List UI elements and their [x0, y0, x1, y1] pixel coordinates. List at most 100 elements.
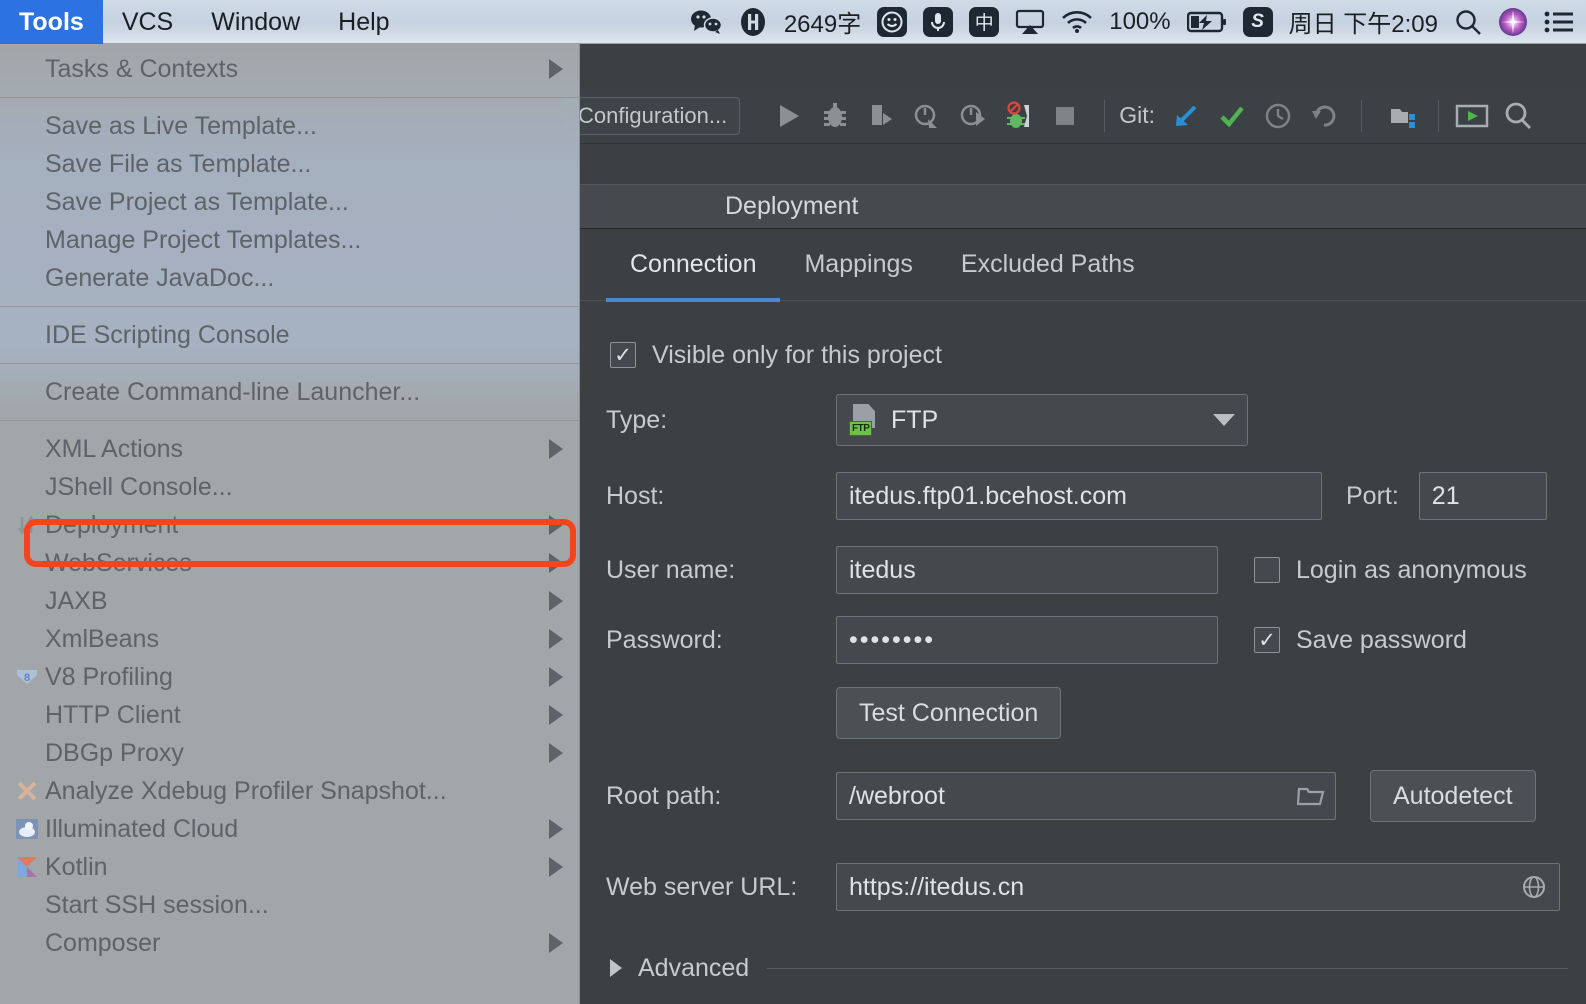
microphone-icon[interactable]	[923, 7, 953, 37]
deployment-arrows-icon	[15, 513, 39, 537]
root-path-label: Root path:	[606, 782, 836, 811]
menu-item-save-as-live-template[interactable]: Save as Live Template...	[0, 107, 579, 145]
run-configuration-selector[interactable]: Configuration...	[565, 97, 740, 135]
chevron-right-icon	[610, 959, 622, 977]
menu-item-kotlin[interactable]: Kotlin	[0, 848, 579, 886]
menu-item-illuminated-cloud[interactable]: Illuminated Cloud	[0, 810, 579, 848]
menu-item-ide-scripting-console[interactable]: IDE Scripting Console	[0, 316, 579, 354]
menu-item-label: Create Command-line Launcher...	[45, 378, 420, 407]
menu-item-save-project-as-template[interactable]: Save Project as Template...	[0, 183, 579, 221]
terminal-run-icon[interactable]	[1449, 96, 1495, 136]
tab-excluded-paths[interactable]: Excluded Paths	[937, 229, 1159, 301]
debug-icon[interactable]	[812, 96, 858, 136]
spotlight-search-icon[interactable]	[1454, 8, 1482, 36]
menu-item-jshell-console[interactable]: JShell Console...	[0, 468, 579, 506]
run-icon[interactable]	[766, 96, 812, 136]
menu-item-label: Save File as Template...	[45, 150, 311, 179]
menu-item-label: Composer	[45, 929, 160, 958]
menubar-item-tools[interactable]: Tools	[0, 0, 103, 44]
host-input[interactable]: itedus.ftp01.bcehost.com	[836, 472, 1322, 520]
advanced-divider	[767, 968, 1568, 969]
emoji-input-icon[interactable]	[877, 7, 907, 37]
menu-item-generate-javadoc[interactable]: Generate JavaDoc...	[0, 259, 579, 297]
menu-item-webservices[interactable]: WebServices	[0, 544, 579, 582]
save-password-label: Save password	[1296, 626, 1467, 655]
folder-icon[interactable]	[1297, 783, 1325, 814]
menu-item-label: IDE Scripting Console	[45, 321, 290, 350]
menu-item-xmlbeans[interactable]: XmlBeans	[0, 620, 579, 658]
siri-icon[interactable]	[1498, 7, 1528, 37]
stop-icon[interactable]	[1042, 96, 1088, 136]
login-anonymous-checkbox[interactable]	[1254, 557, 1280, 583]
port-input[interactable]: 21	[1419, 472, 1547, 520]
web-server-url-input[interactable]: https://itedus.cn	[836, 863, 1560, 911]
type-value: FTP	[891, 406, 938, 435]
profile-icon[interactable]	[904, 96, 950, 136]
menu-separator	[0, 363, 579, 364]
visible-only-checkbox[interactable]: ✓	[610, 342, 636, 368]
h-circle-icon[interactable]	[738, 7, 768, 37]
menu-item-http-client[interactable]: HTTP Client	[0, 696, 579, 734]
type-row: Type: FTP FTP	[580, 383, 1586, 457]
ime-chinese-icon[interactable]: 中	[969, 7, 999, 37]
web-server-url-label: Web server URL:	[606, 873, 836, 902]
autodetect-button[interactable]: Autodetect	[1370, 770, 1536, 822]
type-select[interactable]: FTP FTP	[836, 394, 1248, 446]
test-connection-button[interactable]: Test Connection	[836, 687, 1061, 739]
menubar-item-window[interactable]: Window	[192, 0, 319, 44]
history-icon[interactable]	[1255, 96, 1301, 136]
menu-item-deployment[interactable]: Deployment	[0, 506, 579, 544]
menu-item-start-ssh-session[interactable]: Start SSH session...	[0, 886, 579, 924]
visible-only-row: ✓ Visible only for this project	[580, 327, 1586, 383]
menu-item-create-command-line-launcher[interactable]: Create Command-line Launcher...	[0, 373, 579, 411]
toolbar-divider-2	[1361, 100, 1362, 132]
svg-text:8: 8	[24, 672, 30, 684]
macos-menu-bar: Tools VCS Window Help	[0, 0, 1586, 44]
submenu-arrow-icon	[549, 591, 563, 611]
rollback-icon[interactable]	[1301, 96, 1347, 136]
ftp-badge-label: FTP	[849, 421, 872, 436]
menu-item-save-file-as-template[interactable]: Save File as Template...	[0, 145, 579, 183]
password-input[interactable]: ••••••••	[836, 616, 1218, 664]
menu-item-manage-project-templates[interactable]: Manage Project Templates...	[0, 221, 579, 259]
commit-icon[interactable]	[1209, 96, 1255, 136]
username-input[interactable]: itedus	[836, 546, 1218, 594]
search-everywhere-icon[interactable]	[1495, 96, 1541, 136]
menu-item-tasks-contexts[interactable]: Tasks & Contexts	[0, 50, 579, 88]
menu-item-label: HTTP Client	[45, 701, 181, 730]
advanced-row[interactable]: Advanced	[580, 933, 1586, 1003]
menubar-item-vcs[interactable]: VCS	[103, 0, 192, 44]
run-with-coverage-icon[interactable]	[858, 96, 904, 136]
menu-item-jaxb[interactable]: JAXB	[0, 582, 579, 620]
tab-connection[interactable]: Connection	[606, 229, 780, 301]
menu-item-label: DBGp Proxy	[45, 739, 184, 768]
wifi-icon[interactable]	[1061, 10, 1093, 34]
menu-item-dbgp-proxy[interactable]: DBGp Proxy	[0, 734, 579, 772]
root-path-input[interactable]: /webroot	[836, 772, 1336, 820]
username-label: User name:	[606, 556, 836, 585]
clock-label[interactable]: 周日 下午2:09	[1289, 4, 1438, 39]
menu-item-label: XML Actions	[45, 435, 183, 464]
menu-item-xml-actions[interactable]: XML Actions	[0, 430, 579, 468]
menu-item-composer[interactable]: Composer	[0, 924, 579, 962]
sogou-icon[interactable]: S	[1243, 7, 1273, 37]
airplay-icon[interactable]	[1015, 9, 1045, 35]
submenu-arrow-icon	[549, 743, 563, 763]
stop-debugger-icon[interactable]	[996, 96, 1042, 136]
save-password-checkbox[interactable]: ✓	[1254, 627, 1280, 653]
screen: Configuration...	[0, 0, 1586, 1004]
word-count-label: 2649字	[784, 4, 861, 39]
globe-icon[interactable]	[1521, 874, 1547, 907]
menubar-item-help[interactable]: Help	[319, 0, 408, 44]
wechat-icon[interactable]	[690, 9, 722, 35]
ftp-icon: FTP	[849, 404, 879, 436]
control-center-icon[interactable]	[1544, 10, 1574, 34]
tab-mappings[interactable]: Mappings	[780, 229, 936, 301]
menu-item-label: Analyze Xdebug Profiler Snapshot...	[45, 777, 447, 806]
battery-charging-icon[interactable]	[1187, 10, 1227, 34]
menu-item-v8-profiling[interactable]: 8 V8 Profiling	[0, 658, 579, 696]
project-structure-icon[interactable]	[1382, 96, 1428, 136]
update-project-icon[interactable]	[1163, 96, 1209, 136]
menu-item-analyze-xdebug-profiler-snapshot[interactable]: Analyze Xdebug Profiler Snapshot...	[0, 772, 579, 810]
attach-profiler-icon[interactable]	[950, 96, 996, 136]
